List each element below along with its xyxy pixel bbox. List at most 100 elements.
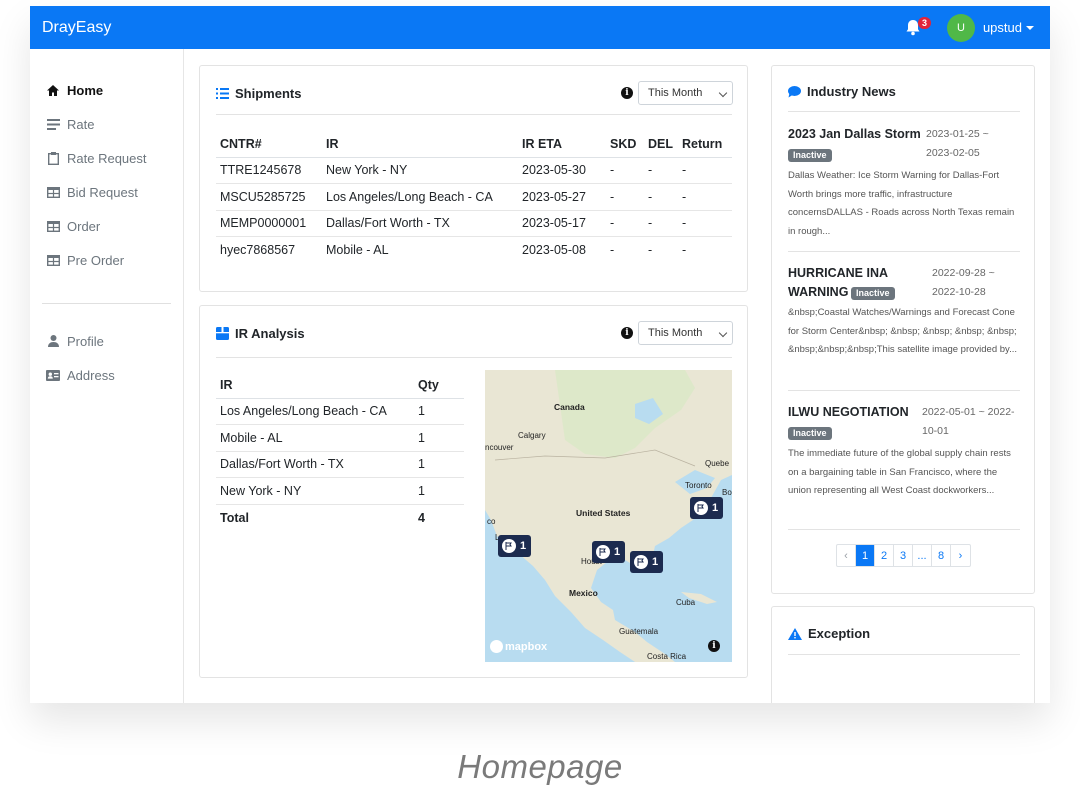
cell-del: - [644,157,678,184]
news-item-date: 2022-05-01 ~ 2022-10-01 [922,406,1015,437]
status-badge: Inactive [788,149,832,162]
map-label: Cuba [676,598,696,607]
page-caption: Homepage [457,748,623,785]
pagination-page-3[interactable]: 3 [894,545,913,566]
table-row[interactable]: TTRE1245678 New York - NY 2023-05-30 - -… [216,157,732,184]
cell-qty: 1 [414,451,464,478]
column-header[interactable]: IR ETA [518,131,606,158]
news-item-body: The immediate future of the global suppl… [788,448,1011,496]
chevron-down-icon [718,88,728,98]
map-info-icon[interactable]: i [708,640,720,652]
map-label: Mexico [569,588,598,598]
shipments-table: CNTR# IR IR ETA SKD DEL Return TTRE12456… [216,131,732,263]
flag-icon [634,555,648,569]
map-marker-los-angeles[interactable]: 1 [498,535,532,557]
card-divider [216,357,732,358]
info-icon[interactable]: i [621,327,633,339]
map-label: ncouver [485,443,514,452]
table-icon [46,253,60,267]
cell-ir: New York - NY [216,477,414,505]
news-item[interactable]: 2023 Jan Dallas Storm 2023-01-25 ~ 2023-… [788,125,1020,250]
marker-count: 1 [712,502,719,514]
app-window: DrayEasy 3 U upstud Home Rate Rate Reque… [30,6,1050,703]
caret-down-icon [1026,25,1034,30]
pagination-ellipsis: ... [913,545,932,566]
user-menu[interactable]: upstud [983,20,1034,35]
cell-ir: Dallas/Fort Worth - TX [322,210,518,237]
table-header-row: IR Qty [216,372,464,399]
notification-count-badge: 3 [917,16,931,29]
news-item[interactable]: ILWU NEGOTIATION 2022-05-01 ~ 2022-10-01… [788,403,1020,528]
cell-ir: Los Angeles/Long Beach - CA [216,398,414,425]
sidebar-item-home[interactable]: Home [30,73,183,107]
top-navbar: DrayEasy 3 U upstud [30,6,1050,49]
marker-count: 1 [614,546,621,558]
industry-news-card: Industry News 2023 Jan Dallas Storm 2023… [771,65,1035,594]
shipments-period-select[interactable]: This Month [638,81,733,105]
map-marker-mobile[interactable]: 1 [630,551,664,573]
status-badge: Inactive [851,287,895,300]
home-icon [46,83,60,97]
sidebar-item-pre-order[interactable]: Pre Order [30,243,183,277]
cell-skd: - [606,210,644,237]
exception-header: Exception [788,626,870,641]
sidebar-item-label: Bid Request [67,184,138,200]
sidebar-item-profile[interactable]: Profile [30,324,183,358]
cell-qty: 1 [414,477,464,505]
cell-del: - [644,210,678,237]
table-row[interactable]: MEMP0000001 Dallas/Fort Worth - TX 2023-… [216,210,732,237]
pagination-page-2[interactable]: 2 [875,545,894,566]
sidebar-item-address[interactable]: Address [30,358,183,392]
map-label: Guatemala [619,627,659,636]
cell-ir: New York - NY [322,157,518,184]
column-header[interactable]: CNTR# [216,131,322,158]
news-item-date: 2023-01-25 ~ 2023-02-05 [926,128,989,159]
table-row[interactable]: New York - NY 1 [216,477,464,505]
card-divider [216,114,732,115]
info-icon[interactable]: i [621,87,633,99]
sidebar-item-rate-request[interactable]: Rate Request [30,141,183,175]
column-header[interactable]: IR [322,131,518,158]
sidebar-item-bid-request[interactable]: Bid Request [30,175,183,209]
column-header[interactable]: SKD [606,131,644,158]
cell-return: - [682,243,687,257]
table-row[interactable]: Dallas/Fort Worth - TX 1 [216,451,464,478]
news-item-body: Dallas Weather: Ice Storm Warning for Da… [788,170,1015,237]
news-item[interactable]: HURRICANE INA WARNING 2022-09-28 ~ 2022-… [788,264,1020,389]
sidebar-item-label: Rate [67,116,95,132]
card-divider [788,390,1020,391]
status-badge: Inactive [788,427,832,440]
column-header[interactable]: IR [216,372,414,399]
cell-container-number: MEMP0000001 [216,210,322,237]
pagination-page-8[interactable]: 8 [932,545,951,566]
map-marker-dallas[interactable]: 1 [592,541,626,563]
sidebar-item-rate[interactable]: Rate [30,107,183,141]
column-header[interactable]: DEL [644,131,678,158]
card-divider [788,111,1020,112]
cell-container-number: hyec7868567 [220,243,296,257]
table-row[interactable]: Mobile - AL 1 [216,424,464,452]
cell-ir: Los Angeles/Long Beach - CA [322,183,518,211]
pagination-page-1[interactable]: 1 [856,545,875,566]
table-row[interactable]: MSCU5285725 Los Angeles/Long Beach - CA … [216,183,732,211]
address-card-icon [46,368,60,382]
notifications-button[interactable]: 3 [903,16,931,39]
cell-skd: - [606,183,644,211]
map-marker-new-york[interactable]: 1 [690,497,724,519]
pagination-prev[interactable]: ‹ [837,545,856,566]
exception-title: Exception [808,626,871,641]
cell-ir-eta: 2023-05-08 [522,243,586,257]
table-row[interactable]: hyec7868567 Mobile - AL 2023-05-08 - - - [216,237,732,264]
ir-map[interactable]: Canada Calgary ncouver Quebe Toronto Bo … [485,370,732,662]
cell-container-number: TTRE1245678 [216,157,322,184]
ir-period-select[interactable]: This Month [638,321,733,345]
pagination-next[interactable]: › [951,545,970,566]
sidebar-item-order[interactable]: Order [30,209,183,243]
column-header[interactable]: Qty [414,372,464,399]
table-row[interactable]: Los Angeles/Long Beach - CA 1 [216,398,464,425]
map-label: Bo [722,488,732,497]
brand-logo[interactable]: DrayEasy [42,19,903,37]
mapbox-logo[interactable]: mapbox [490,640,547,653]
column-header[interactable]: Return [678,131,732,158]
avatar[interactable]: U [946,13,975,42]
